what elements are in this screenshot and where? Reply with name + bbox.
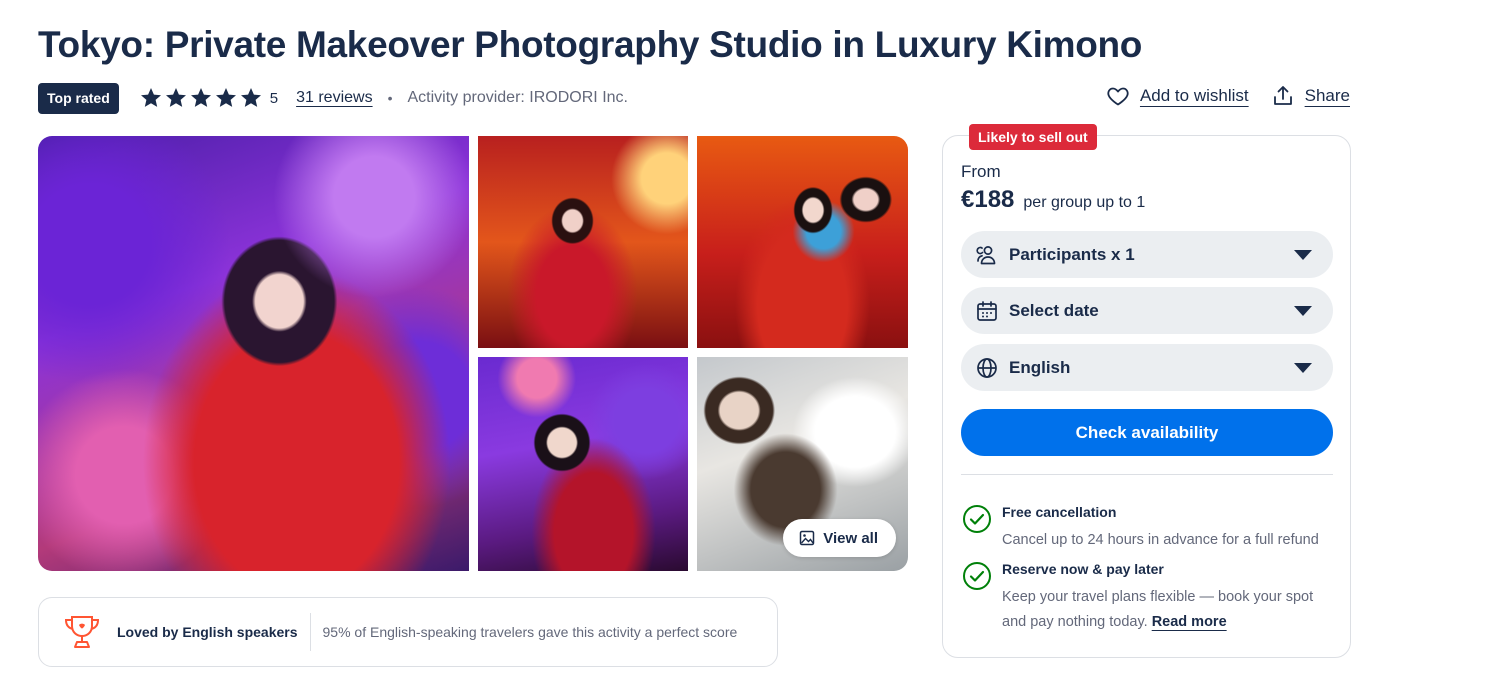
star-icon <box>140 88 161 107</box>
top-rated-badge: Top rated <box>38 82 119 114</box>
perk-title: Reserve now & pay later <box>1002 561 1164 577</box>
loved-title: Loved by English speakers <box>117 624 298 640</box>
main-photo[interactable] <box>38 136 469 571</box>
perk-description-text: and pay nothing today. <box>1002 614 1148 630</box>
divider <box>961 474 1333 475</box>
gallery-photo[interactable] <box>478 357 688 571</box>
star-icon <box>165 88 186 107</box>
chevron-down-icon <box>1294 363 1312 373</box>
likely-to-sell-out-badge: Likely to sell out <box>969 124 1097 150</box>
share-button[interactable]: Share <box>1271 84 1350 108</box>
wishlist-button[interactable]: Add to wishlist <box>1106 84 1249 108</box>
check-circle-icon <box>963 505 991 533</box>
chevron-down-icon <box>1294 250 1312 260</box>
check-circle-icon <box>963 562 991 590</box>
price-from-label: From <box>961 162 1001 181</box>
read-more-link[interactable]: Read more <box>1152 614 1227 630</box>
check-availability-button[interactable]: Check availability <box>961 409 1333 456</box>
photo-gallery: View all <box>38 136 908 571</box>
price-note: per group up to 1 <box>1023 194 1146 211</box>
reviews-link[interactable]: 31 reviews <box>296 89 372 107</box>
star-icon <box>190 88 211 107</box>
participants-label: Participants x 1 <box>1009 244 1135 264</box>
trophy-icon <box>64 616 100 648</box>
activity-provider[interactable]: Activity provider: IRODORI Inc. <box>407 89 628 107</box>
gallery-photo[interactable] <box>478 136 688 348</box>
star-icon <box>215 88 236 107</box>
divider <box>309 613 311 651</box>
perk-description: Keep your travel plans flexible — book y… <box>1002 585 1313 635</box>
heart-icon <box>1107 87 1129 106</box>
calendar-icon <box>977 300 997 321</box>
language-select[interactable]: English <box>961 344 1333 391</box>
view-all-button[interactable]: View all <box>783 519 896 557</box>
page-actions: Add to wishlist Share <box>1106 84 1350 108</box>
globe-icon <box>977 357 997 378</box>
perk-description-line: Keep your travel plans flexible — book y… <box>1002 589 1314 605</box>
rating-value: 5 <box>269 89 279 107</box>
wishlist-label: Add to wishlist <box>1139 86 1249 105</box>
price-row: €188 per group up to 1 <box>961 186 1145 214</box>
language-label: English <box>1009 357 1071 377</box>
price: €188 <box>961 186 1015 213</box>
rating-row: Top rated 5 31 reviews • Activity provid… <box>38 82 628 114</box>
participants-select[interactable]: Participants x 1 <box>961 231 1333 278</box>
loved-by-banner: Loved by English speakers 95% of English… <box>38 597 778 667</box>
gallery-photo[interactable] <box>697 136 908 348</box>
share-label: Share <box>1304 86 1350 105</box>
star-icon <box>240 88 261 107</box>
separator-dot: • <box>387 90 393 106</box>
chevron-down-icon <box>1294 306 1312 316</box>
perk-description-line: and pay nothing today. Read more <box>1002 610 1313 635</box>
gallery-photo[interactable]: View all <box>697 357 908 571</box>
view-all-label: View all <box>823 529 878 547</box>
participants-icon <box>976 245 996 264</box>
date-label: Select date <box>1009 300 1099 320</box>
loved-text: 95% of English-speaking travelers gave t… <box>322 624 738 640</box>
star-rating <box>139 86 263 110</box>
page-title: Tokyo: Private Makeover Photography Stud… <box>38 24 1143 65</box>
date-select[interactable]: Select date <box>961 287 1333 334</box>
perk-title: Free cancellation <box>1002 504 1117 520</box>
share-icon <box>1273 86 1292 105</box>
perk-description: Cancel up to 24 hours in advance for a f… <box>1002 532 1319 548</box>
image-icon <box>799 530 815 546</box>
